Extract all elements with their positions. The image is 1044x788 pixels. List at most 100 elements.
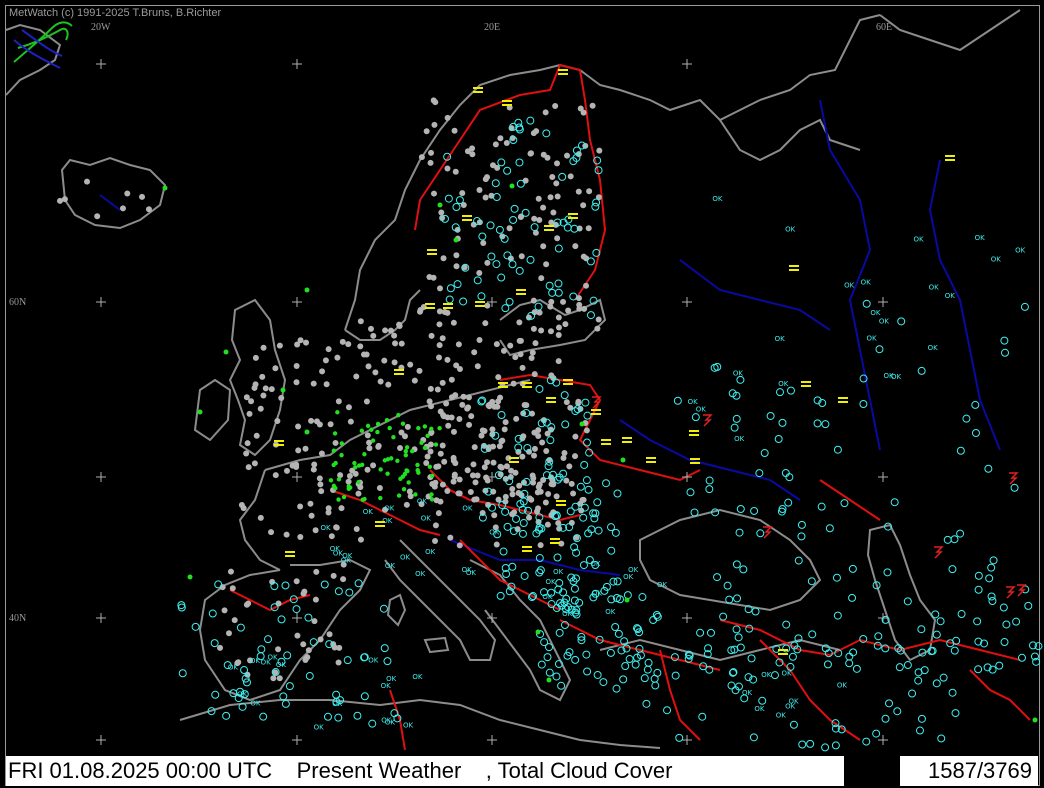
station-marker [563, 399, 570, 406]
station-marker [530, 297, 537, 304]
station-marker [243, 450, 250, 457]
precipitation-marker [403, 453, 409, 458]
fog-symbol [568, 213, 578, 215]
station-marker [357, 318, 364, 325]
status-bar: FRI 01.08.2025 00:00 UTC Present Weather… [6, 756, 1038, 786]
station-marker [459, 190, 466, 197]
station-marker [328, 533, 335, 540]
station-marker [536, 216, 543, 223]
station-marker [424, 453, 431, 460]
grid-label-60e: 60E [876, 22, 893, 33]
station-marker [323, 381, 330, 388]
station-marker [437, 450, 444, 457]
station-marker [545, 490, 552, 497]
station-marker [436, 308, 443, 315]
station-marker [333, 524, 340, 531]
station-marker [444, 487, 451, 494]
station-marker [430, 274, 437, 281]
precipitation-marker [535, 629, 541, 635]
fog-symbol [558, 73, 568, 75]
fog-symbol [646, 457, 656, 459]
station-marker [345, 478, 352, 485]
station-marker [84, 178, 91, 185]
station-marker [491, 512, 498, 519]
precipitation-marker [339, 441, 344, 446]
station-marker [439, 481, 446, 488]
ok-label: OK [342, 552, 353, 560]
ok-label: OK [605, 608, 616, 616]
precipitation-marker [359, 428, 365, 433]
station-marker [547, 328, 554, 335]
station-marker [450, 478, 457, 485]
station-marker [560, 298, 567, 305]
station-marker [535, 195, 542, 202]
station-marker [370, 462, 377, 469]
station-marker [580, 496, 587, 503]
station-marker [467, 489, 474, 496]
fog-symbol [462, 219, 472, 221]
station-marker [319, 368, 326, 375]
station-marker [272, 365, 279, 372]
station-marker [472, 479, 479, 486]
ok-label: OK [421, 514, 432, 522]
fog-symbol [689, 430, 699, 432]
station-marker [586, 188, 593, 195]
precipitation-marker [403, 448, 408, 454]
station-marker [327, 421, 334, 428]
precipitation-marker [395, 458, 400, 464]
ok-label: OK [250, 700, 261, 708]
precipitation-marker [356, 480, 361, 485]
station-marker [456, 365, 463, 372]
ok-label: OK [261, 659, 272, 667]
fog-symbol [591, 409, 601, 411]
precipitation-marker [422, 445, 428, 451]
fog-symbol [285, 555, 295, 557]
ok-label: OK [785, 702, 796, 710]
station-marker [340, 576, 347, 583]
fog-symbol [801, 381, 811, 383]
station-marker [450, 428, 457, 435]
ok-label: OK [462, 504, 473, 512]
station-marker [482, 320, 489, 327]
station-marker [278, 394, 285, 401]
station-marker [391, 359, 398, 366]
station-marker [555, 358, 562, 365]
station-marker [542, 109, 549, 116]
station-marker [456, 476, 463, 483]
station-marker [330, 572, 337, 579]
fog-symbol [475, 305, 485, 307]
station-marker [268, 386, 275, 393]
ok-label: OK [412, 673, 423, 681]
precipitation-marker [404, 468, 409, 473]
station-marker [501, 426, 508, 433]
precipitation-marker [304, 429, 310, 435]
precipitation-marker [336, 497, 341, 502]
station-marker [508, 467, 515, 474]
fog-symbol [550, 542, 560, 544]
station-marker [297, 337, 304, 344]
station-marker [510, 380, 517, 387]
precipitation-marker [401, 487, 407, 492]
precipitation-marker [187, 574, 193, 580]
station-marker [435, 510, 442, 517]
ok-label: OK [913, 235, 924, 243]
fog-symbol [778, 653, 788, 655]
station-marker [317, 481, 324, 488]
weather-map[interactable]: OKOKOKOKOKOKOKOKOKOKOKOKOKOKOKOKOKOKOKOK… [0, 0, 1044, 788]
station-marker [469, 472, 476, 479]
station-marker [436, 342, 443, 349]
station-marker [245, 600, 252, 607]
ok-label: OK [778, 380, 789, 388]
station-marker [357, 343, 364, 350]
station-marker [431, 121, 438, 128]
precipitation-marker [400, 421, 406, 426]
station-marker [490, 162, 497, 169]
station-marker [119, 205, 126, 212]
station-marker [509, 485, 516, 492]
station-marker [297, 533, 304, 540]
station-marker [289, 462, 296, 469]
station-marker [353, 373, 360, 380]
station-marker [243, 394, 250, 401]
station-marker [497, 463, 504, 470]
station-marker [575, 188, 582, 195]
